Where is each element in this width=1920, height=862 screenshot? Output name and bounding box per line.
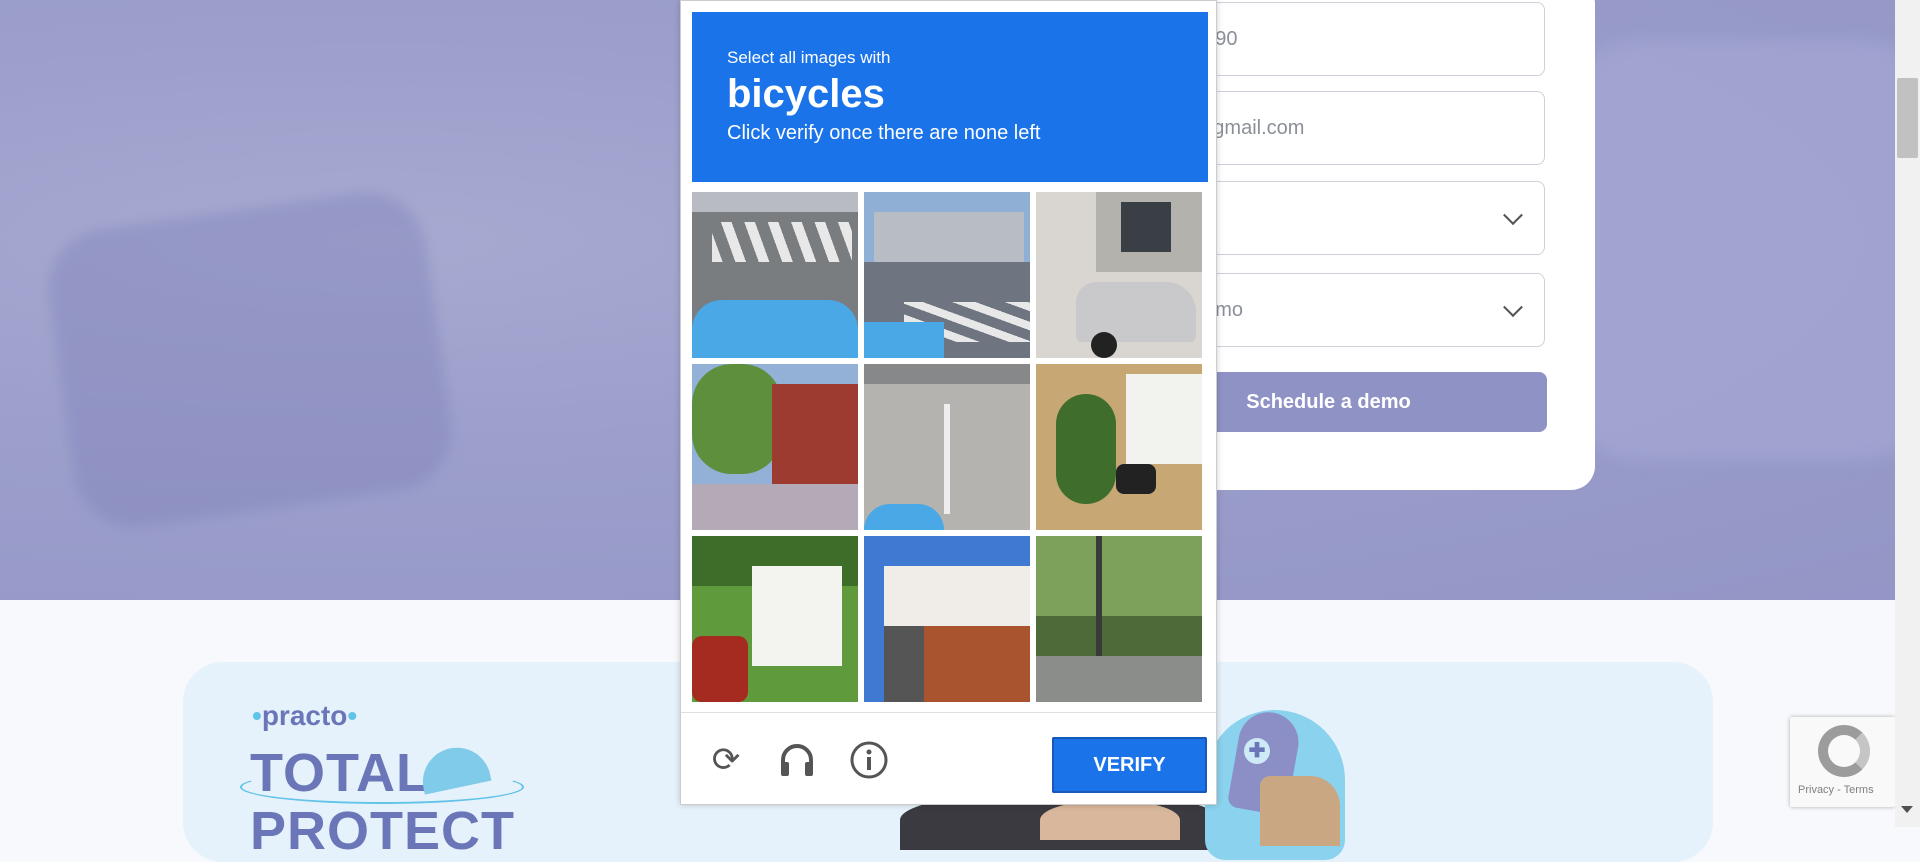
captcha-subtext: Click verify once there are none left — [727, 122, 1041, 144]
cross-icon: ✚ — [1244, 738, 1270, 764]
scroll-down-arrow-icon[interactable] — [1901, 806, 1913, 813]
brand-name: practo — [261, 700, 348, 731]
select-field-1[interactable] — [1180, 181, 1545, 255]
recaptcha-logo-icon — [1818, 725, 1870, 777]
captcha-divider — [681, 712, 1216, 713]
verify-label: VERIFY — [1093, 753, 1166, 776]
captcha-header: Select all images with bicycles Click ve… — [692, 12, 1208, 182]
chevron-down-icon — [1503, 297, 1523, 318]
captcha-tile[interactable] — [1036, 536, 1202, 702]
recaptcha-links[interactable]: Privacy - Terms — [1798, 784, 1874, 796]
captcha-tile[interactable] — [864, 536, 1030, 702]
hand-illustration — [1260, 776, 1340, 846]
info-icon[interactable] — [849, 740, 889, 780]
captcha-tile[interactable] — [1036, 192, 1202, 358]
captcha-instruction: Select all images with — [727, 48, 891, 67]
schedule-label: Schedule a demo — [1246, 390, 1411, 413]
demo-select-field[interactable]: demo — [1180, 273, 1545, 347]
audio-icon[interactable] — [777, 740, 817, 780]
captcha-tile[interactable] — [692, 536, 858, 702]
phone-field[interactable]: 7890 — [1180, 2, 1545, 76]
verify-button[interactable]: VERIFY — [1052, 737, 1207, 793]
captcha-tile[interactable] — [692, 364, 858, 530]
captcha-target: bicycles — [727, 72, 885, 116]
reload-icon[interactable]: ⟳ — [706, 740, 746, 780]
captcha-tile[interactable] — [1036, 364, 1202, 530]
hero-decoration — [40, 185, 460, 535]
captcha-tile[interactable] — [692, 192, 858, 358]
practo-logo: •practo• — [252, 700, 358, 731]
person-face — [1040, 800, 1180, 840]
orbit-decoration — [240, 770, 524, 804]
hero-decoration — [1560, 40, 1920, 460]
captcha-tile[interactable] — [864, 364, 1030, 530]
email-field[interactable]: @gmail.com — [1180, 91, 1545, 165]
schedule-demo-button[interactable]: Schedule a demo — [1180, 372, 1547, 432]
scrollbar-thumb[interactable] — [1897, 78, 1918, 158]
captcha-tile[interactable] — [864, 192, 1030, 358]
chevron-down-icon — [1503, 205, 1523, 226]
